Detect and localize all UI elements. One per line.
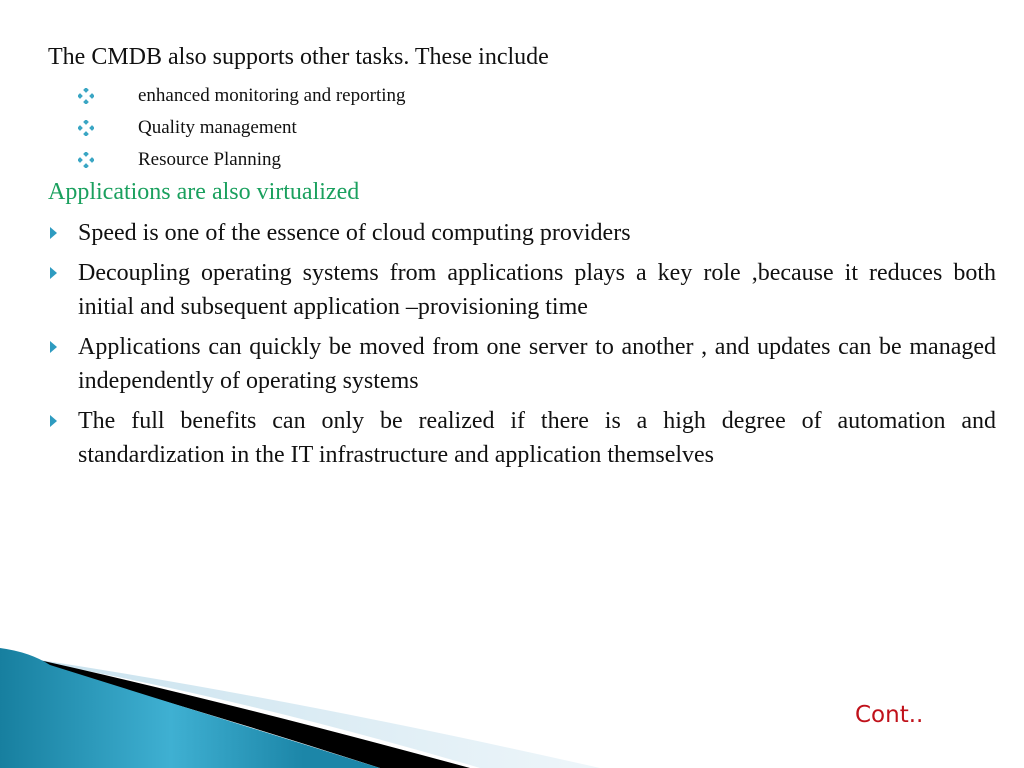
swoosh-decoration <box>0 648 600 768</box>
continue-link[interactable]: Cont.. <box>855 702 923 728</box>
